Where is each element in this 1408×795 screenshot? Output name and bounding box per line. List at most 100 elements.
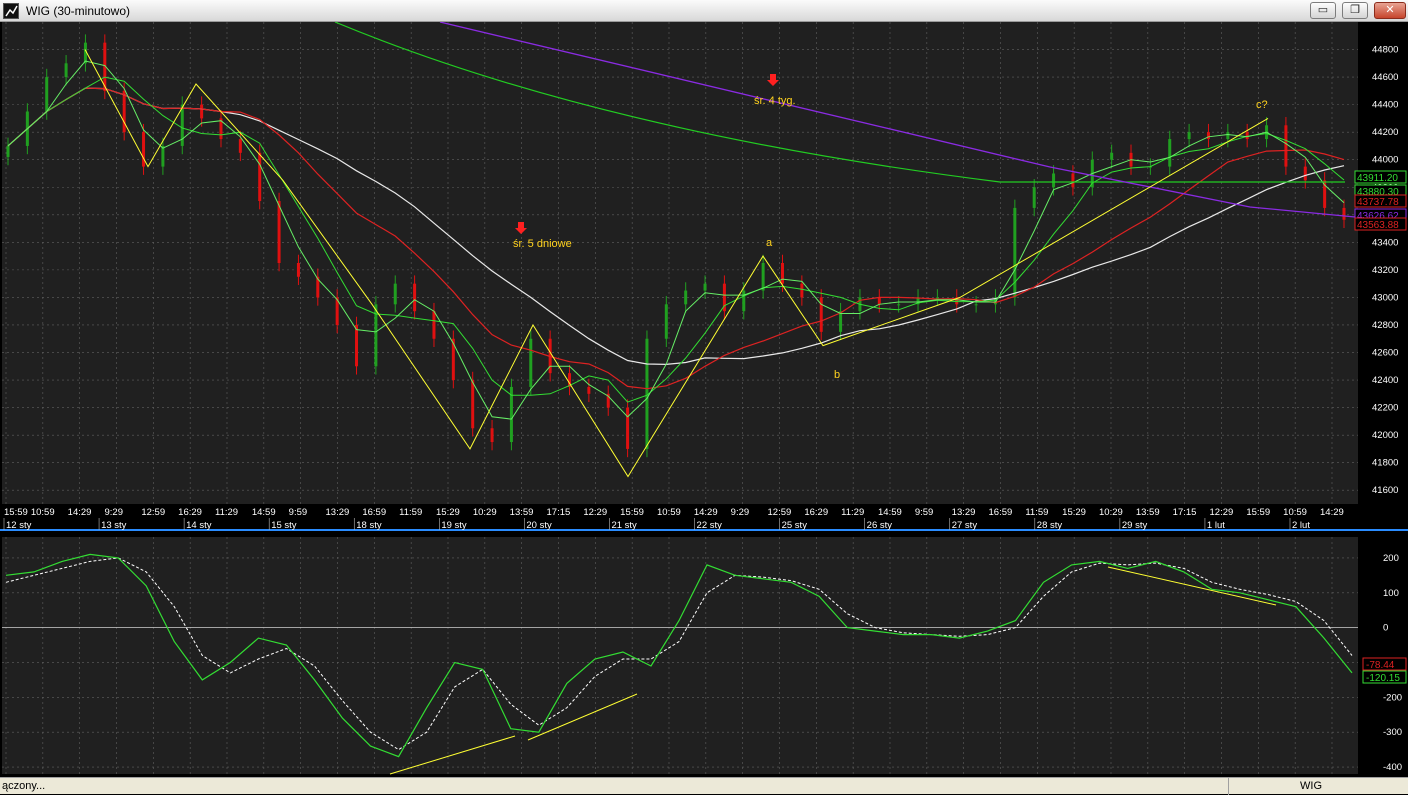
annotation-label: a [766, 237, 773, 249]
candle-body [432, 311, 436, 339]
candle-body [142, 132, 146, 167]
y-tick-label: 42800 [1372, 320, 1398, 331]
y-tick-label: 42000 [1372, 430, 1398, 441]
candle-body [761, 263, 765, 291]
y-tick-label: 44400 [1372, 100, 1398, 111]
x-date-label: 22 sty [697, 520, 723, 531]
x-time-label: 15:59 [4, 507, 28, 518]
candle-body [1168, 139, 1172, 167]
candle-body [161, 145, 165, 167]
y-tick-label: 41600 [1372, 485, 1398, 496]
x-date-label: 19 sty [441, 520, 467, 531]
x-time-label: 15:59 [620, 507, 644, 518]
candle-body [780, 263, 784, 284]
osc-y-tick-label: -200 [1383, 692, 1402, 703]
candle-body [626, 407, 630, 449]
x-time-label: 9:59 [915, 507, 934, 518]
annotation-label: śr. 4 tyg. [754, 95, 796, 107]
osc-y-tick-label: -300 [1383, 727, 1402, 738]
x-date-label: 14 sty [186, 520, 212, 531]
candle-body [238, 139, 242, 153]
x-date-label: 15 sty [271, 520, 297, 531]
maximize-button[interactable]: ❐ [1342, 2, 1368, 19]
x-time-label: 16:59 [989, 507, 1013, 518]
candle-body [1303, 166, 1307, 181]
close-button[interactable]: ✕ [1374, 2, 1406, 19]
candle-body [1226, 132, 1230, 140]
x-time-label: 13:29 [952, 507, 976, 518]
x-time-label: 10:59 [31, 507, 55, 518]
minimize-button[interactable]: ▭ [1310, 2, 1336, 19]
x-time-label: 11:59 [1025, 507, 1048, 518]
x-time-label: 15:29 [1062, 507, 1086, 518]
candle-body [277, 201, 281, 263]
candle-body [122, 90, 126, 133]
x-time-label: 12:59 [141, 507, 165, 518]
osc-value-label: -120.15 [1366, 673, 1400, 684]
y-tick-label: 43400 [1372, 237, 1398, 248]
x-time-label: 17:15 [1173, 507, 1197, 518]
x-time-label: 9:29 [105, 507, 124, 518]
candle-body [877, 297, 881, 305]
y-tick-label: 44200 [1372, 127, 1398, 138]
x-time-label: 15:29 [436, 507, 460, 518]
x-date-label: 12 sty [6, 520, 32, 531]
candle-body [800, 283, 804, 298]
candle-body [490, 428, 494, 443]
x-date-label: 28 sty [1037, 520, 1063, 531]
candle-body [1052, 173, 1056, 188]
candle-body [296, 263, 300, 277]
candle-body [1206, 132, 1210, 140]
x-time-label: 16:29 [178, 507, 202, 518]
x-time-label: 13:59 [510, 507, 534, 518]
candle-body [1110, 152, 1114, 160]
candle-body [1245, 132, 1249, 140]
osc-y-tick-label: 0 [1383, 623, 1388, 634]
candle-body [664, 304, 668, 339]
candle-body [703, 283, 707, 291]
x-time-label: 10:59 [657, 507, 681, 518]
candle-body [529, 338, 533, 387]
chart-canvas[interactable]: 41600 41800 42000 42200 42400 42600 42800 43000… [0, 22, 1408, 777]
x-time-label: 9:59 [289, 507, 308, 518]
x-date-label: 2 lut [1292, 520, 1310, 531]
osc-y-tick-label: 100 [1383, 588, 1399, 599]
y-tick-label: 41800 [1372, 458, 1398, 469]
x-time-label: 15:59 [1246, 507, 1270, 518]
x-time-label: 12:29 [583, 507, 607, 518]
x-time-label: 14:29 [68, 507, 92, 518]
x-time-label: 12:59 [768, 507, 792, 518]
candle-body [413, 283, 417, 312]
candle-body [1013, 207, 1017, 298]
x-time-label: 14:29 [694, 507, 718, 518]
candle-body [742, 290, 746, 312]
candle-body [200, 104, 204, 119]
x-time-label: 14:59 [878, 507, 902, 518]
candle-body [471, 380, 475, 429]
candle-body [1032, 187, 1036, 208]
title-bar[interactable]: WIG (30-minutowo) ▭ ❐ ✕ [0, 0, 1408, 22]
osc-y-tick-label: -400 [1383, 762, 1402, 773]
x-time-label: 14:59 [252, 507, 276, 518]
candle-body [393, 283, 397, 305]
candle-body [355, 324, 359, 367]
chart-area[interactable]: 41600 41800 42000 42200 42400 42600 42800 43000… [0, 22, 1408, 777]
osc-value-label: -78.44 [1366, 660, 1395, 671]
x-time-label: 16:59 [362, 507, 386, 518]
price-label: 43911.20 [1357, 173, 1398, 184]
x-date-label: 21 sty [611, 520, 637, 531]
candle-body [974, 304, 978, 306]
x-time-label: 14:29 [1320, 507, 1344, 518]
y-tick-label: 44000 [1372, 155, 1398, 166]
status-divider [1228, 778, 1229, 795]
connection-status: ączony... [2, 780, 46, 792]
x-time-label: 11:59 [399, 507, 422, 518]
instrument-name: WIG [1300, 780, 1322, 792]
x-time-label: 10:29 [473, 507, 497, 518]
x-time-label: 16:29 [804, 507, 828, 518]
x-date-label: 1 lut [1207, 520, 1225, 531]
candle-body [587, 386, 591, 394]
y-tick-label: 44600 [1372, 72, 1398, 83]
x-time-label: 10:59 [1283, 507, 1307, 518]
y-tick-label: 43000 [1372, 292, 1398, 303]
